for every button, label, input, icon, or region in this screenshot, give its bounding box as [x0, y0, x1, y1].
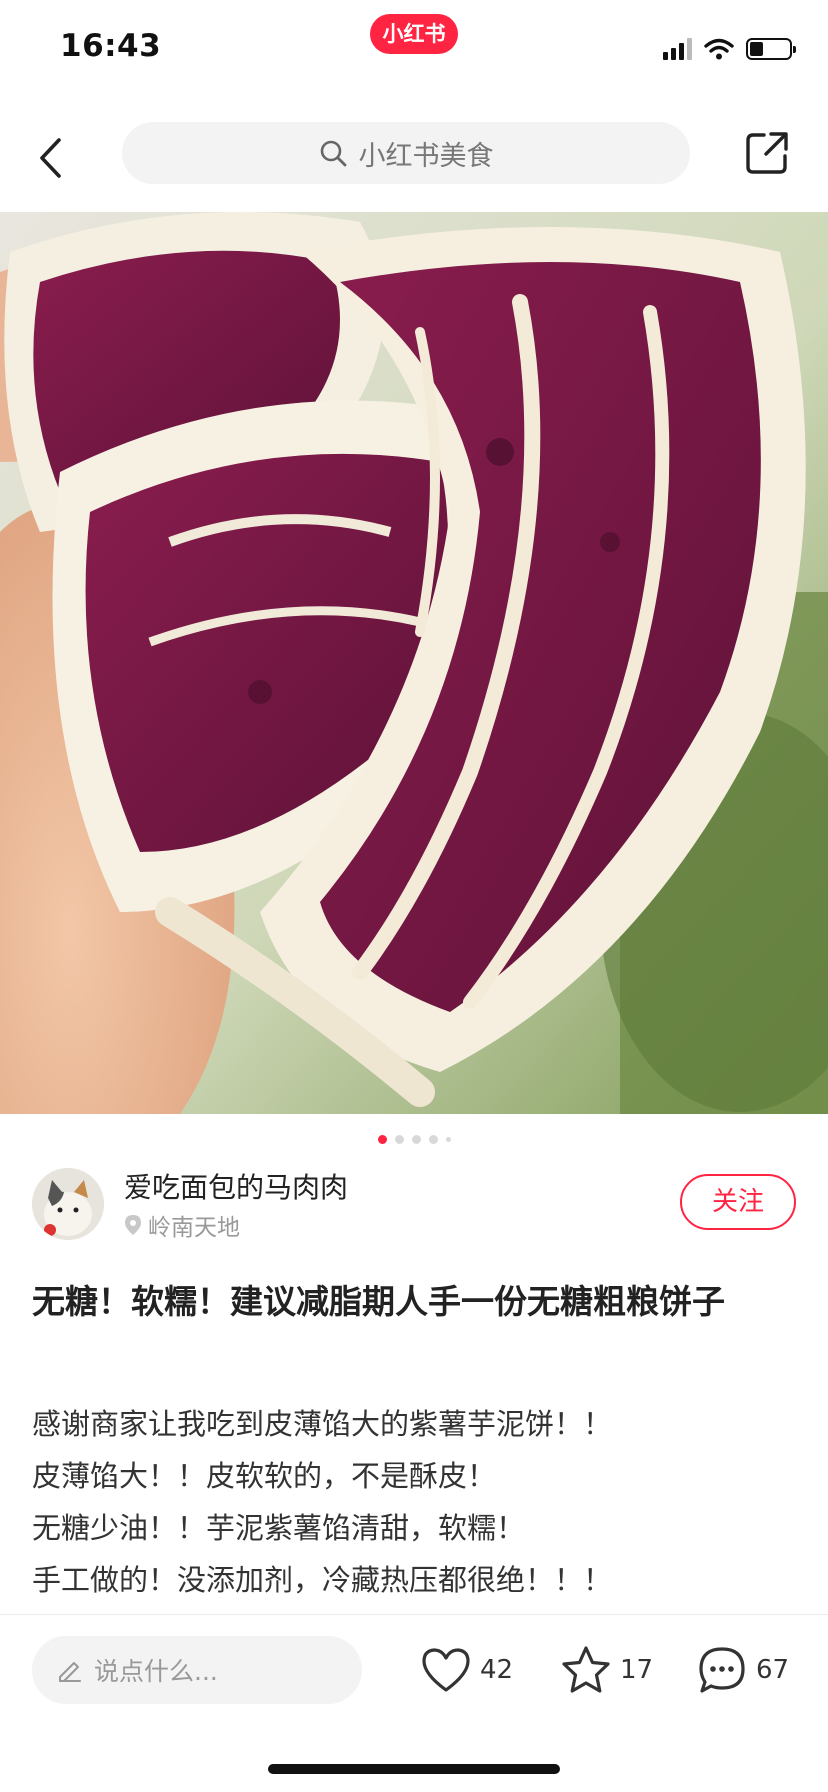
like-count: 42 — [480, 1655, 514, 1685]
wifi-icon — [704, 38, 734, 60]
collect-count: 17 — [620, 1655, 654, 1685]
comment-count: 67 — [756, 1655, 790, 1685]
back-button[interactable] — [28, 130, 72, 186]
location-text: 岭南天地 — [148, 1215, 240, 1241]
home-indicator — [268, 1764, 560, 1774]
pager-dot — [411, 1134, 421, 1144]
post-body-line: 无糖少油！！芋泥紫薯馅清甜，软糯！ — [32, 1511, 526, 1545]
image-pager — [0, 1133, 828, 1145]
nav-bar: 小红书美食 — [0, 100, 828, 212]
battery-level — [750, 42, 764, 56]
heart-icon — [422, 1648, 470, 1692]
pager-dot — [394, 1134, 404, 1144]
collect-button[interactable]: 17 — [560, 1644, 653, 1696]
follow-button[interactable]: 关注 — [680, 1174, 796, 1230]
cellular-signal-icon — [663, 38, 692, 60]
comment-button[interactable]: 67 — [696, 1644, 789, 1696]
cat-avatar-icon — [32, 1168, 104, 1240]
app-badge: 小红书 — [370, 14, 458, 54]
location-tag[interactable]: 岭南天地 — [124, 1208, 240, 1242]
comment-input[interactable]: 说点什么... — [32, 1636, 362, 1704]
share-button[interactable] — [744, 130, 794, 180]
post-photo[interactable] — [0, 212, 828, 1114]
like-button[interactable]: 42 — [420, 1644, 513, 1696]
star-icon — [562, 1646, 610, 1693]
bottom-divider — [0, 1614, 828, 1615]
speech-bubble-icon — [699, 1647, 745, 1693]
share-icon — [746, 132, 788, 174]
post-title: 无糖！软糯！建议减脂期人手一份无糖粗粮饼子 — [32, 1282, 725, 1321]
pager-dot — [428, 1134, 438, 1144]
author-name[interactable]: 爱吃面包的马肉肉 — [124, 1166, 348, 1206]
author-row: 爱吃面包的马肉肉 岭南天地 关注 — [0, 1160, 828, 1256]
search-icon — [320, 140, 346, 167]
location-pin-icon — [125, 1215, 141, 1235]
chevron-left-icon — [40, 138, 61, 178]
status-time: 16:43 — [60, 28, 162, 64]
battery-icon — [746, 38, 796, 60]
comment-placeholder: 说点什么... — [94, 1657, 218, 1686]
pager-dot-active — [377, 1134, 387, 1144]
status-icons — [663, 36, 796, 62]
search-placeholder: 小红书美食 — [358, 140, 494, 172]
avatar[interactable] — [32, 1168, 104, 1240]
post-body-line: 皮薄馅大！！皮软软的，不是酥皮！ — [32, 1459, 497, 1493]
status-bar: 16:43 小红书 — [0, 0, 828, 100]
post-body-line: 感谢商家让我吃到皮薄馅大的紫薯芋泥饼！！ — [32, 1407, 613, 1441]
search-bar[interactable]: 小红书美食 — [122, 122, 690, 184]
post-body-line: 手工做的！没添加剂，冷藏热压都很绝！！！ — [32, 1563, 613, 1597]
pencil-icon — [59, 1662, 81, 1682]
post-body: 感谢商家让我吃到皮薄馅大的紫薯芋泥饼！！ 皮薄馅大！！皮软软的，不是酥皮！ 无糖… — [32, 1398, 802, 1606]
pager-dot — [445, 1136, 451, 1142]
